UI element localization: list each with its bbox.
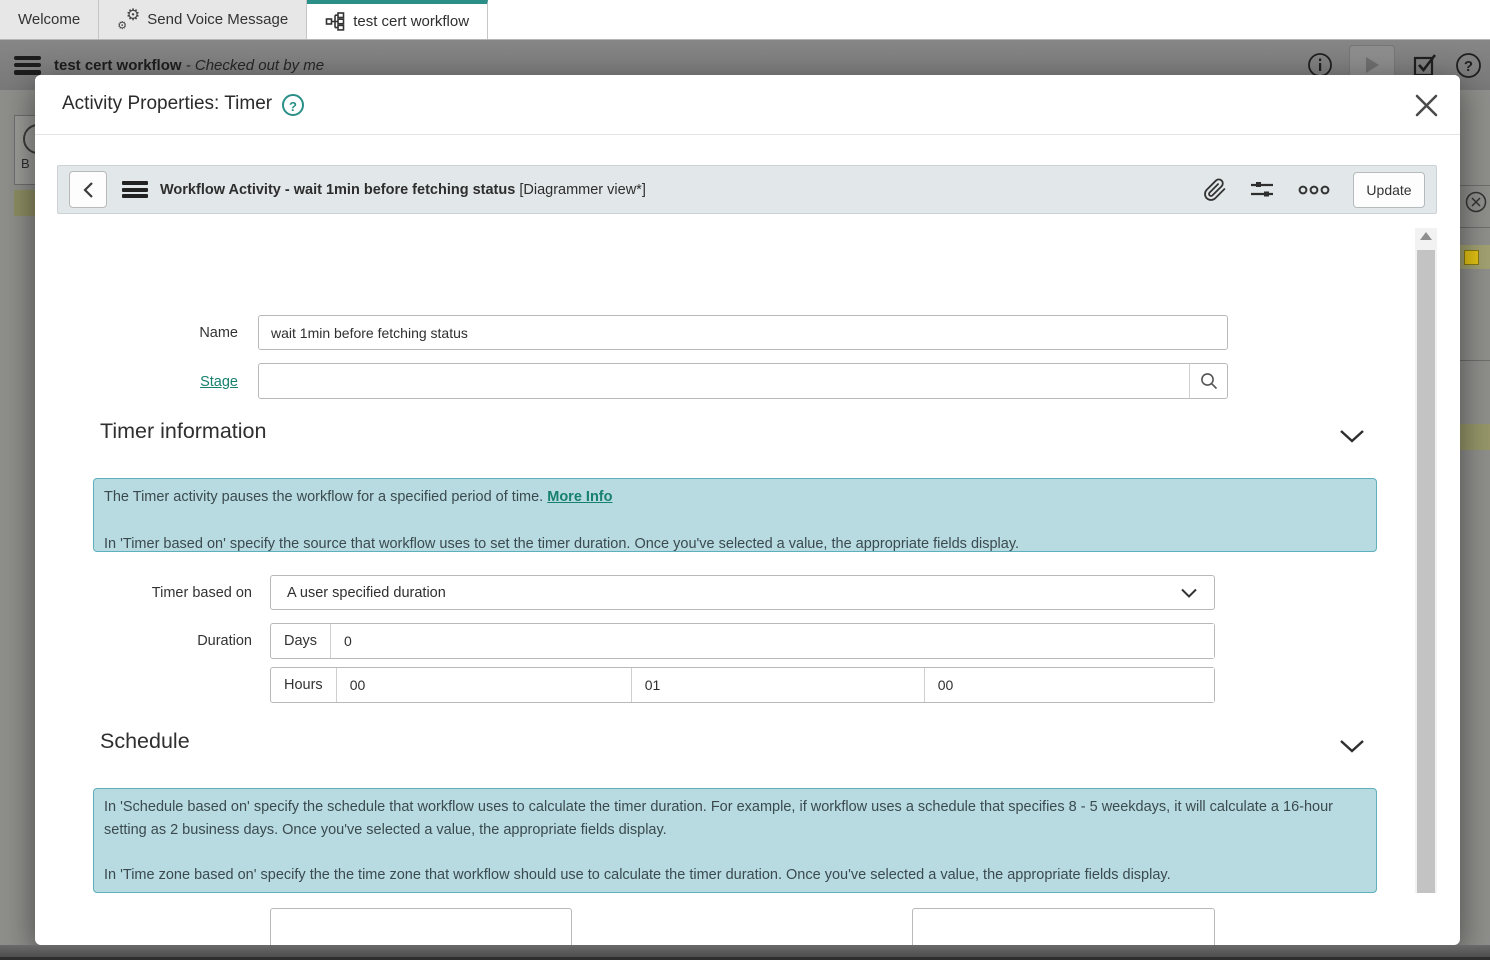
- stage-label: Stage: [35, 372, 238, 392]
- seconds-input[interactable]: [924, 668, 1214, 702]
- workflow-title: test cert workflow - Checked out by me: [54, 57, 324, 74]
- schedule-info-para1: In 'Schedule based on' specify the sched…: [104, 796, 1366, 842]
- tab-test-cert-workflow[interactable]: test cert workflow: [307, 0, 488, 39]
- scroll-up-icon[interactable]: [1415, 232, 1437, 246]
- svg-text:?: ?: [1464, 58, 1473, 75]
- stage-link[interactable]: Stage: [200, 374, 238, 390]
- select-chevron-down-icon: [1180, 587, 1198, 599]
- schedule-info-message: In 'Schedule based on' specify the sched…: [93, 788, 1377, 893]
- checked-out-status: - Checked out by me: [186, 57, 324, 74]
- tab-send-voice-message[interactable]: ⚙⚙ Send Voice Message: [99, 0, 307, 39]
- sliders-icon[interactable]: [1249, 178, 1275, 202]
- record-toolbar: Workflow Activity - wait 1min before fet…: [57, 165, 1437, 214]
- canvas-divider: [1460, 227, 1490, 228]
- name-input[interactable]: [258, 315, 1228, 350]
- duration-label: Duration: [35, 631, 252, 651]
- timer-based-on-label: Timer based on: [35, 583, 252, 603]
- canvas-highlight-row: [1460, 424, 1490, 450]
- stage-search-button[interactable]: [1189, 363, 1228, 399]
- timer-info-line2: In 'Timer based on' specify the source t…: [104, 533, 1366, 556]
- hours-input[interactable]: [337, 668, 631, 702]
- hamburger-icon[interactable]: [14, 56, 41, 75]
- timer-info-line1: The Timer activity pauses the workflow f…: [104, 486, 1366, 509]
- timer-section-chevron-down-icon[interactable]: [1338, 427, 1366, 445]
- dialog-title: Activity Properties: Timer: [62, 75, 272, 133]
- canvas-divider: [1460, 360, 1490, 361]
- timer-information-heading: Timer information: [100, 419, 266, 444]
- paperclip-icon[interactable]: [1203, 178, 1227, 202]
- timer-based-on-value: A user specified duration: [287, 585, 446, 601]
- activity-properties-dialog: Activity Properties: Timer ? Workflow Ac…: [35, 75, 1460, 945]
- name-label: Name: [35, 323, 238, 343]
- minutes-input[interactable]: [631, 668, 924, 702]
- schedule-info-para2: In 'Time zone based on' specify the the …: [104, 864, 1366, 887]
- help-icon[interactable]: ?: [282, 94, 304, 116]
- record-menu-hamburger-icon[interactable]: [122, 181, 148, 198]
- timezone-based-on-field[interactable]: [912, 908, 1215, 945]
- more-info-link[interactable]: More Info: [547, 489, 612, 505]
- timer-based-on-select[interactable]: A user specified duration: [270, 575, 1215, 610]
- record-title: Workflow Activity - wait 1min before fet…: [160, 182, 646, 198]
- dialog-header: Activity Properties: Timer ?: [35, 75, 1460, 135]
- schedule-based-on-field[interactable]: [270, 908, 572, 945]
- close-icon[interactable]: [1410, 89, 1442, 121]
- timer-info-message: The Timer activity pauses the workflow f…: [93, 478, 1377, 552]
- workflow-icon: [325, 12, 345, 31]
- scrollbar-thumb[interactable]: [1417, 250, 1435, 893]
- stage-input[interactable]: [258, 363, 1190, 399]
- bottom-bar: [0, 945, 1490, 957]
- view-suffix: [Diagrammer view*]: [519, 182, 646, 198]
- circle-x-icon[interactable]: [1464, 190, 1488, 214]
- more-icon[interactable]: [1297, 184, 1331, 196]
- back-chevron-icon[interactable]: [69, 171, 107, 208]
- days-input[interactable]: [331, 624, 1214, 658]
- hours-prefix-label: Hours: [271, 668, 337, 702]
- workflow-name: test cert workflow: [54, 57, 182, 74]
- gears-icon: ⚙⚙: [117, 9, 139, 31]
- tab-test-cert-workflow-label: test cert workflow: [353, 13, 469, 30]
- duration-days-group: Days: [270, 623, 1215, 659]
- days-prefix-label: Days: [271, 624, 331, 658]
- tab-bar: Welcome ⚙⚙ Send Voice Message test cert …: [0, 0, 1490, 40]
- schedule-heading: Schedule: [100, 729, 190, 754]
- dialog-scrollbar[interactable]: [1415, 228, 1437, 893]
- tab-welcome-label: Welcome: [18, 11, 80, 28]
- schedule-section-chevron-down-icon[interactable]: [1338, 737, 1366, 755]
- canvas-divider: [1460, 185, 1490, 186]
- duration-hours-group: Hours: [270, 667, 1215, 703]
- update-button[interactable]: Update: [1353, 172, 1425, 208]
- tab-welcome[interactable]: Welcome: [0, 0, 99, 39]
- canvas-yellow-marker: [1464, 250, 1479, 265]
- tab-send-voice-message-label: Send Voice Message: [147, 11, 288, 28]
- search-icon: [1199, 371, 1219, 391]
